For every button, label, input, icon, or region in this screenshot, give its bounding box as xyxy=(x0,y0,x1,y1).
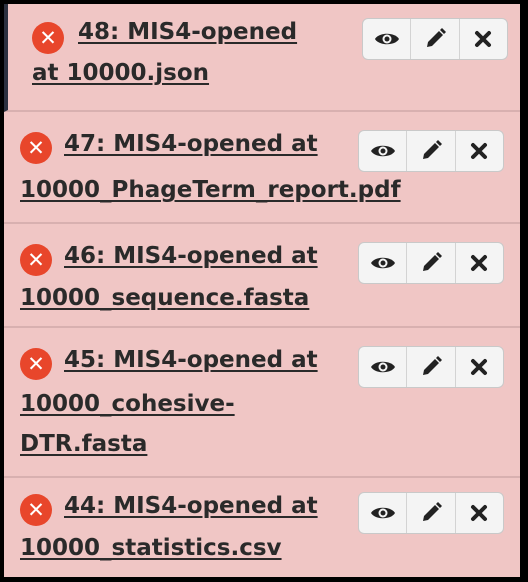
dataset-title-line: 45: MIS4-opened at xyxy=(64,347,318,373)
edit-button[interactable] xyxy=(407,347,456,387)
dataset-actions xyxy=(358,346,504,388)
delete-button[interactable] xyxy=(456,347,503,387)
dataset-title-link[interactable]: DTR.fasta xyxy=(20,428,147,460)
close-x-icon xyxy=(471,143,488,159)
edit-button[interactable] xyxy=(407,243,456,283)
dataset-title-line: 10000_statistics.csv xyxy=(20,535,282,561)
dataset-actions xyxy=(358,130,504,172)
pencil-icon xyxy=(422,140,442,159)
dataset-title-line: at 10000.json xyxy=(32,60,210,86)
dataset-title-link[interactable]: 48: MIS4-opened xyxy=(78,16,297,48)
history-item: ✕ 44: MIS4-opened at 10000_statistics.cs… xyxy=(4,478,520,577)
view-button[interactable] xyxy=(359,493,408,533)
dataset-actions xyxy=(362,18,508,60)
eye-icon xyxy=(370,507,395,519)
view-button[interactable] xyxy=(363,19,412,59)
dataset-actions xyxy=(358,242,504,284)
dataset-title-line: 10000_sequence.fasta xyxy=(20,285,310,311)
dataset-title-link[interactable]: 45: MIS4-opened at xyxy=(64,344,318,376)
dataset-title-link[interactable]: at 10000.json xyxy=(32,57,209,89)
close-x-icon xyxy=(471,359,488,375)
error-icon: ✕ xyxy=(20,494,52,526)
dataset-actions xyxy=(358,492,504,534)
delete-button[interactable] xyxy=(460,19,507,59)
eye-icon xyxy=(370,145,395,157)
pencil-icon xyxy=(422,356,442,375)
pencil-icon xyxy=(422,502,442,521)
dataset-title-link[interactable]: 10000_cohesive- xyxy=(20,388,235,420)
dataset-title-line: 44: MIS4-opened at xyxy=(64,493,318,519)
dataset-title-link[interactable]: 46: MIS4-opened at xyxy=(64,240,318,272)
edit-button[interactable] xyxy=(407,493,456,533)
error-icon: ✕ xyxy=(20,132,52,164)
close-x-icon xyxy=(475,31,492,47)
dataset-title-line: DTR.fasta xyxy=(20,431,148,457)
dataset-title-link[interactable]: 10000_statistics.csv xyxy=(20,532,282,564)
dataset-title-line: 47: MIS4-opened at xyxy=(64,131,318,157)
history-item: ✕ 46: MIS4-opened at 10000_sequence.fast… xyxy=(4,224,520,328)
history-item: ✕ 45: MIS4-opened at 10000_cohesive- DTR… xyxy=(4,328,520,478)
dataset-title-line: 10000_cohesive- xyxy=(20,391,235,417)
dataset-title-link[interactable]: 47: MIS4-opened at xyxy=(64,128,318,160)
dataset-title-line: 46: MIS4-opened at xyxy=(64,243,318,269)
history-item: ✕ 47: MIS4-opened at 10000_PhageTerm_rep… xyxy=(4,112,520,224)
dataset-title-line: 10000_PhageTerm_report.pdf xyxy=(20,177,401,203)
pencil-icon xyxy=(422,252,442,271)
pencil-icon xyxy=(426,28,446,47)
view-button[interactable] xyxy=(359,131,408,171)
error-icon: ✕ xyxy=(32,22,64,54)
error-icon: ✕ xyxy=(20,348,52,380)
eye-icon xyxy=(374,33,399,45)
close-x-icon xyxy=(471,505,488,521)
eye-icon xyxy=(370,361,395,373)
dataset-title-line: 48: MIS4-opened xyxy=(78,19,298,45)
edit-button[interactable] xyxy=(407,131,456,171)
dataset-title-link[interactable]: 44: MIS4-opened at xyxy=(64,490,318,522)
delete-button[interactable] xyxy=(456,131,503,171)
eye-icon xyxy=(370,257,395,269)
close-x-icon xyxy=(471,255,488,271)
delete-button[interactable] xyxy=(456,493,503,533)
dataset-title-link[interactable]: 10000_sequence.fasta xyxy=(20,282,309,314)
history-item: ✕ 48: MIS4-opened at 10000.json xyxy=(4,4,520,112)
delete-button[interactable] xyxy=(456,243,503,283)
dataset-title-link[interactable]: 10000_PhageTerm_report.pdf xyxy=(20,174,401,206)
history-panel: ✕ 48: MIS4-opened at 10000.json ✕ 47: MI… xyxy=(4,4,520,577)
edit-button[interactable] xyxy=(411,19,460,59)
view-button[interactable] xyxy=(359,243,408,283)
view-button[interactable] xyxy=(359,347,408,387)
error-icon: ✕ xyxy=(20,244,52,276)
